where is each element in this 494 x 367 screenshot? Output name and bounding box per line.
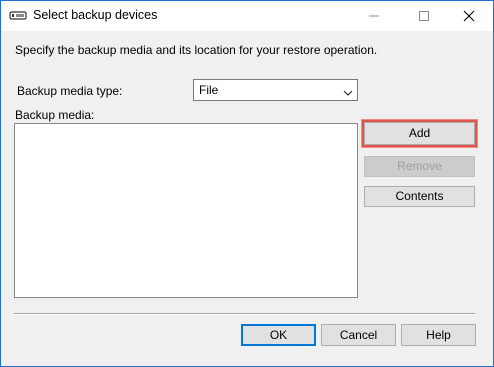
- remove-button[interactable]: Remove: [364, 156, 475, 177]
- minimize-button[interactable]: [351, 1, 397, 31]
- chevron-down-icon: [343, 86, 353, 100]
- close-icon: [463, 10, 475, 22]
- backup-media-type-dropdown[interactable]: File: [193, 79, 358, 101]
- maximize-button[interactable]: [401, 1, 447, 31]
- window-title: Select backup devices: [33, 8, 158, 22]
- title-bar[interactable]: Select backup devices: [1, 1, 493, 31]
- backup-media-list[interactable]: [14, 123, 358, 298]
- help-button[interactable]: Help: [401, 324, 476, 346]
- cancel-button[interactable]: Cancel: [321, 324, 396, 346]
- backup-device-icon: [9, 9, 27, 23]
- contents-button[interactable]: Contents: [364, 186, 475, 207]
- close-button[interactable]: [446, 1, 492, 31]
- backup-media-type-label: Backup media type:: [17, 84, 123, 98]
- ok-button[interactable]: OK: [241, 324, 316, 346]
- dialog-window: Select backup devices Specify the backup…: [0, 0, 494, 367]
- dialog-body: Specify the backup media and its locatio…: [1, 31, 493, 366]
- add-button[interactable]: Add: [364, 122, 475, 145]
- maximize-icon: [419, 11, 429, 21]
- instruction-text: Specify the backup media and its locatio…: [15, 43, 378, 57]
- backup-media-label: Backup media:: [15, 108, 95, 122]
- minimize-icon: [369, 15, 379, 17]
- footer-divider: [14, 313, 475, 315]
- backup-media-type-value: File: [199, 83, 219, 97]
